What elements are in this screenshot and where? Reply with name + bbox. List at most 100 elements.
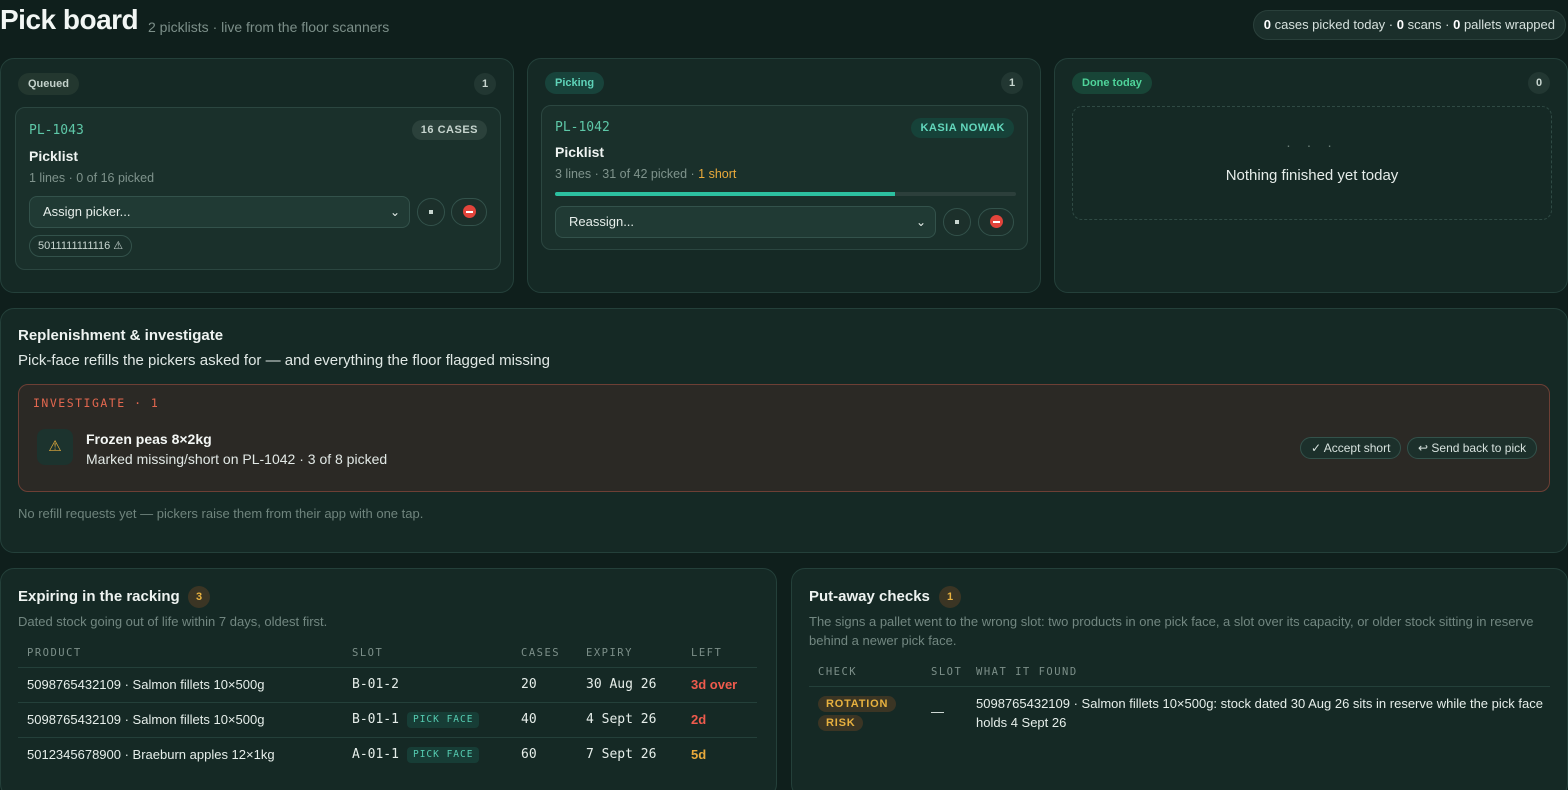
empty-state-dots: · · · bbox=[1286, 137, 1338, 153]
column-header-slot: SLOT bbox=[931, 666, 963, 678]
column-header-left: LEFT bbox=[691, 647, 723, 659]
column-header-expiry: EXPIRY bbox=[586, 647, 633, 659]
picklist-card[interactable]: PL-1042 KASIA NOWAK Picklist 3 lines · 3… bbox=[541, 105, 1028, 250]
column-header-product: PRODUCT bbox=[27, 647, 82, 659]
cancel-picklist-button[interactable] bbox=[451, 198, 487, 226]
pick-face-tag: PICK FACE bbox=[406, 747, 480, 763]
column-queued: Queued 1 PL-1043 16 CASES Picklist 1 lin… bbox=[0, 58, 514, 293]
chevron-down-icon: ⌄ bbox=[915, 215, 926, 229]
column-picking: Picking 1 PL-1042 KASIA NOWAK Picklist 3… bbox=[527, 58, 1041, 293]
column-header-cases: CASES bbox=[521, 647, 561, 659]
expiring-count-badge: 3 bbox=[188, 586, 210, 608]
case-count-badge: 16 CASES bbox=[411, 120, 487, 140]
rotation-risk-badge: ROTATION RISK bbox=[818, 695, 897, 733]
cell-found: 5098765432109 · Salmon fillets 10×500g: … bbox=[976, 696, 1543, 730]
empty-state-message: Nothing finished yet today bbox=[1225, 167, 1399, 184]
page-subtitle: 2 picklists · live from the floor scanne… bbox=[148, 19, 390, 35]
column-done: Done today 0 · · · Nothing finished yet … bbox=[1054, 58, 1568, 293]
cell-slot: B-01-2 bbox=[352, 677, 399, 692]
slot-code: B-01-1 bbox=[352, 712, 399, 727]
pause-button[interactable] bbox=[943, 208, 971, 236]
check-label-line1: ROTATION bbox=[818, 696, 897, 712]
column-queued-count: 1 bbox=[474, 73, 496, 95]
cell-product: 5098765432109 · Salmon fillets 10×500g bbox=[27, 712, 265, 727]
column-picking-count: 1 bbox=[1001, 72, 1023, 94]
putaway-subtitle: The signs a pallet went to the wrong slo… bbox=[809, 614, 1534, 648]
cell-product: 5098765432109 · Salmon fillets 10×500g bbox=[27, 677, 265, 692]
column-header-slot: SLOT bbox=[352, 647, 384, 659]
reassign-picker-value: Reassign... bbox=[569, 214, 635, 229]
replenishment-panel: Replenishment & investigate Pick-face re… bbox=[0, 308, 1568, 553]
investigate-card: INVESTIGATE · 1 ⚠ Frozen peas 8×2kg Mark… bbox=[18, 384, 1550, 492]
pick-face-tag: PICK FACE bbox=[406, 712, 480, 728]
replenishment-title: Replenishment & investigate bbox=[18, 327, 224, 344]
scans-count: 0 bbox=[1396, 17, 1404, 32]
expiring-subtitle: Dated stock going out of life within 7 d… bbox=[18, 614, 328, 629]
cell-expiry: 30 Aug 26 bbox=[586, 677, 657, 692]
column-done-count: 0 bbox=[1528, 72, 1550, 94]
expiring-title: Expiring in the racking bbox=[18, 588, 180, 605]
pause-button[interactable] bbox=[417, 198, 445, 226]
putaway-title: Put-away checks bbox=[809, 588, 930, 605]
page-header: Pick board 2 picklists · live from the f… bbox=[0, 0, 1568, 56]
no-entry-icon bbox=[462, 205, 476, 218]
divider bbox=[18, 667, 757, 668]
page-title: Pick board bbox=[0, 4, 139, 35]
divider bbox=[809, 686, 1550, 687]
picklist-meta: 3 lines · 31 of 42 picked · 1 short bbox=[555, 167, 736, 181]
replenishment-subtitle: Pick-face refills the pickers asked for … bbox=[18, 352, 550, 369]
scans-label: scans · bbox=[1403, 17, 1454, 32]
column-queued-label: Queued bbox=[18, 73, 79, 95]
cancel-picklist-button[interactable] bbox=[978, 208, 1014, 236]
divider bbox=[18, 702, 757, 703]
column-done-label: Done today bbox=[1072, 72, 1152, 94]
chevron-down-icon: ⌄ bbox=[389, 205, 400, 219]
picklist-title: Picklist bbox=[555, 144, 605, 160]
pick-progress-bar bbox=[555, 192, 1016, 196]
cell-left: 2d bbox=[691, 712, 707, 727]
daily-stats-pill: 0 cases picked today · 0 scans · 0 palle… bbox=[1252, 10, 1566, 40]
investigate-label: INVESTIGATE · 1 bbox=[33, 396, 160, 410]
divider bbox=[18, 737, 757, 738]
cell-left: 3d over bbox=[691, 677, 738, 692]
cell-left: 5d bbox=[691, 747, 707, 762]
column-header-check: CHECK bbox=[818, 666, 858, 678]
cell-expiry: 7 Sept 26 bbox=[586, 747, 657, 762]
check-label-line2: RISK bbox=[818, 715, 864, 731]
square-icon bbox=[429, 210, 433, 214]
column-header-found: WHAT IT FOUND bbox=[976, 666, 1078, 678]
refill-empty-note: No refill requests yet — pickers raise t… bbox=[18, 506, 424, 521]
picklist-meta: 1 lines · 0 of 16 picked bbox=[29, 171, 155, 185]
investigate-item-desc: Marked missing/short on PL-1042 · 3 of 8… bbox=[86, 451, 388, 467]
cell-slot: B-01-1 PICK FACE bbox=[352, 712, 480, 728]
cell-cases: 60 bbox=[521, 747, 537, 762]
reassign-picker-select[interactable]: Reassign... ⌄ bbox=[555, 206, 936, 238]
accept-short-button[interactable]: ✓ Accept short bbox=[1300, 437, 1402, 459]
picklist-id: PL-1042 bbox=[555, 120, 610, 135]
cell-product: 5012345678900 · Braeburn apples 12×1kg bbox=[27, 747, 275, 762]
cases-picked-label: cases picked today · bbox=[1271, 17, 1397, 32]
picklist-title: Picklist bbox=[29, 148, 79, 164]
investigate-item-name: Frozen peas 8×2kg bbox=[86, 431, 212, 447]
no-entry-icon bbox=[989, 215, 1003, 228]
cell-slot: — bbox=[931, 704, 944, 719]
cell-cases: 20 bbox=[521, 677, 537, 692]
expiring-panel: Expiring in the racking 3 Dated stock go… bbox=[0, 568, 777, 790]
assign-picker-select[interactable]: Assign picker... ⌄ bbox=[29, 196, 410, 228]
send-back-to-pick-button[interactable]: ↩ Send back to pick bbox=[1407, 437, 1538, 459]
putaway-count-badge: 1 bbox=[939, 586, 961, 608]
pick-progress-fill bbox=[555, 192, 896, 196]
empty-state: · · · Nothing finished yet today bbox=[1072, 106, 1552, 220]
square-icon bbox=[955, 220, 959, 224]
picklist-meta-text: 3 lines · 31 of 42 picked · bbox=[555, 167, 699, 181]
flagged-barcode-chip[interactable]: 5011111111116 ⚠ bbox=[29, 235, 133, 257]
assigned-picker-badge: KASIA NOWAK bbox=[911, 118, 1014, 138]
picklist-id: PL-1043 bbox=[29, 123, 84, 138]
warning-icon: ⚠ bbox=[37, 429, 73, 465]
short-count: 1 short bbox=[698, 167, 737, 181]
slot-code: A-01-1 bbox=[352, 747, 399, 762]
cell-cases: 40 bbox=[521, 712, 537, 727]
picklist-card[interactable]: PL-1043 16 CASES Picklist 1 lines · 0 of… bbox=[15, 107, 501, 270]
cases-picked-count: 0 bbox=[1263, 17, 1271, 32]
column-picking-label: Picking bbox=[545, 72, 605, 94]
